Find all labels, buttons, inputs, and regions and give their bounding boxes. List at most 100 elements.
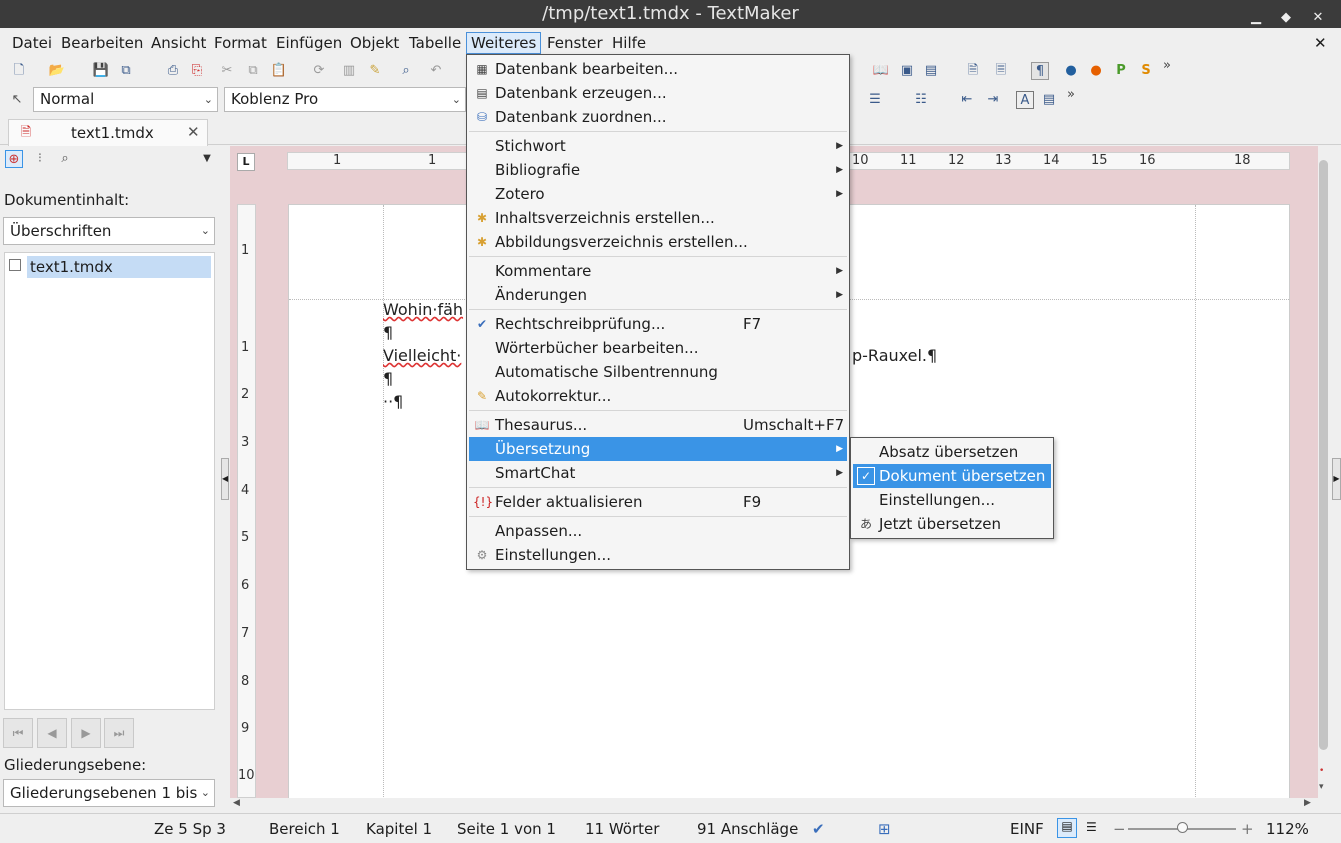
pilcrow-icon[interactable]: ¶	[1031, 62, 1049, 80]
right-panel-handle[interactable]: ▶	[1332, 458, 1341, 500]
menu-item-datenbank-zuordnen[interactable]: ⛁ Datenbank zuordnen...	[469, 105, 847, 129]
scroll-right-icon[interactable]: ▶	[1304, 798, 1311, 808]
menu-fenster[interactable]: Fenster	[543, 32, 607, 54]
objects-icon[interactable]: ⁝	[31, 150, 49, 168]
navigator-icon[interactable]: ⊕	[5, 150, 23, 168]
sidebar-search-icon[interactable]: ⌕	[56, 150, 74, 168]
nav-last-button[interactable]: ⏭	[104, 718, 134, 748]
submenu-item-einstellungen[interactable]: Einstellungen...	[853, 488, 1051, 512]
cut-icon[interactable]: ✂	[218, 62, 236, 80]
maximize-button[interactable]: ◆	[1276, 4, 1296, 31]
submenu-item-jetzt-uebersetzen[interactable]: あ Jetzt übersetzen	[853, 512, 1051, 536]
page-view-icon[interactable]: ▤	[1057, 818, 1077, 838]
new-document-icon[interactable]: 🗋	[10, 62, 28, 80]
pdf-export-icon[interactable]: ⎘	[188, 62, 206, 80]
vertical-ruler[interactable]: 1 1 2 3 4 5 6 7 8 9 10	[237, 204, 256, 798]
doc-line-3b[interactable]: p-Rauxel.¶	[852, 346, 937, 365]
textframe-icon[interactable]: A	[1016, 91, 1034, 109]
save-all-icon[interactable]: ⧉	[117, 62, 135, 80]
tree-item-checkbox[interactable]	[9, 259, 21, 271]
doc-line-3a[interactable]: Vielleicht·	[383, 346, 461, 365]
nav-prev-button[interactable]: ◀	[37, 718, 67, 748]
sync-icon[interactable]: ⟳	[310, 62, 328, 80]
scroll-left-icon[interactable]: ◀	[233, 798, 240, 808]
menu-item-woerterbuecher[interactable]: Wörterbücher bearbeiten...	[469, 336, 847, 360]
menu-tabelle[interactable]: Tabelle	[405, 32, 465, 54]
spellcheck-status-icon[interactable]: ✔	[812, 820, 825, 838]
menu-hilfe[interactable]: Hilfe	[608, 32, 650, 54]
sidebar-menu-icon[interactable]: ▼	[198, 150, 216, 168]
copy-icon[interactable]: ⧉	[244, 62, 262, 80]
style-select[interactable]: Normal ⌄	[33, 87, 218, 112]
vertical-scrollbar[interactable]: • ▾	[1318, 146, 1330, 798]
undo-icon[interactable]: ↶	[427, 62, 445, 80]
sidebar-collapse-handle[interactable]: ◀	[221, 458, 229, 500]
status-mode[interactable]: EINF	[1010, 820, 1044, 838]
toolbar-overflow-icon[interactable]: »	[1158, 57, 1176, 75]
zoom-out-icon[interactable]: −	[1113, 820, 1126, 838]
outline-view-icon[interactable]: ☰	[1086, 820, 1097, 834]
increase-indent-icon[interactable]: ⇥	[984, 91, 1002, 109]
menu-item-silbentrennung[interactable]: Automatische Silbentrennung	[469, 360, 847, 384]
decrease-indent-icon[interactable]: ⇤	[958, 91, 976, 109]
document-tab[interactable]: 🗎 text1.tmdx ✕	[8, 119, 208, 146]
menu-item-datenbank-erzeugen[interactable]: ▤ Datenbank erzeugen...	[469, 81, 847, 105]
minimize-button[interactable]: ▁	[1246, 4, 1266, 31]
scroll-thumb[interactable]	[1319, 160, 1328, 750]
zoom-in-icon[interactable]: +	[1241, 820, 1254, 838]
menu-item-bibliografie[interactable]: Bibliografie ▶	[469, 158, 847, 182]
menu-item-einstellungen[interactable]: ⚙ Einstellungen...	[469, 543, 847, 567]
font-select[interactable]: Koblenz Pro ⌄	[224, 87, 466, 112]
page-setup-icon[interactable]: 🗎	[964, 62, 982, 80]
status-zoom[interactable]: 112%	[1266, 820, 1309, 838]
menu-item-datenbank-bearbeiten[interactable]: ▦ Datenbank bearbeiten...	[469, 57, 847, 81]
cloud-icon[interactable]: ●	[1062, 62, 1080, 80]
find-icon[interactable]: ⌕	[397, 62, 415, 80]
menu-item-inhaltsverzeichnis[interactable]: ✱ Inhaltsverzeichnis erstellen...	[469, 206, 847, 230]
menu-item-thesaurus[interactable]: 📖 Thesaurus... Umschalt+F7	[469, 413, 847, 437]
presentations-icon[interactable]: S	[1137, 62, 1155, 80]
planmaker-icon[interactable]: P	[1112, 62, 1130, 80]
submenu-item-dokument-uebersetzen[interactable]: ✓ Dokument übersetzen	[853, 464, 1051, 488]
close-window-button[interactable]: ✕	[1308, 4, 1328, 31]
level-select[interactable]: Gliederungsebenen 1 bis ⌄	[3, 779, 215, 807]
menu-item-felder-aktualisieren[interactable]: {!} Felder aktualisieren F9	[469, 490, 847, 514]
menu-item-stichwort[interactable]: Stichwort ▶	[469, 134, 847, 158]
menu-item-kommentare[interactable]: Kommentare ▶	[469, 259, 847, 283]
print-icon[interactable]: ⎙	[164, 62, 182, 80]
insert-page-icon[interactable]: 🗏	[992, 62, 1010, 80]
frame-icon[interactable]: ▣	[898, 62, 916, 80]
nav-next-button[interactable]: ▶	[71, 718, 101, 748]
menu-bearbeiten[interactable]: Bearbeiten	[57, 32, 147, 54]
toolbar-overflow-icon[interactable]: »	[1062, 86, 1080, 104]
object-icon[interactable]: ▤	[922, 62, 940, 80]
comment-icon[interactable]: ▤	[1040, 91, 1058, 109]
menu-item-autokorrektur[interactable]: ✎ Autokorrektur...	[469, 384, 847, 408]
tree-item[interactable]: text1.tmdx	[27, 256, 211, 278]
menu-item-anpassen[interactable]: Anpassen...	[469, 519, 847, 543]
numbering-icon[interactable]: ☰	[866, 91, 884, 109]
menu-ansicht[interactable]: Ansicht	[147, 32, 210, 54]
menu-item-aenderungen[interactable]: Änderungen ▶	[469, 283, 847, 307]
book-icon[interactable]: 📖	[872, 62, 890, 80]
menu-item-zotero[interactable]: Zotero ▶	[469, 182, 847, 206]
pointer-icon[interactable]: ↖	[8, 91, 26, 109]
menu-datei[interactable]: Datei	[8, 32, 56, 54]
save-icon[interactable]: 💾	[92, 62, 110, 80]
zoom-slider-handle[interactable]	[1177, 822, 1188, 833]
close-tab-icon[interactable]: ✕	[187, 123, 200, 141]
outline-icon[interactable]: ☷	[912, 91, 930, 109]
open-icon[interactable]: 📂	[48, 62, 66, 80]
doc-line-4[interactable]: ¶	[383, 369, 393, 388]
doc-line-2[interactable]: ¶	[383, 323, 393, 342]
brush-icon[interactable]: ✎	[366, 62, 384, 80]
prev-page-icon[interactable]: •	[1319, 766, 1324, 776]
firefox-icon[interactable]: ●	[1087, 62, 1105, 80]
doc-line-1[interactable]: Wohin·fäh	[383, 300, 463, 319]
doc-line-5[interactable]: ··¶	[383, 392, 403, 411]
language-icon[interactable]: ⊞	[878, 820, 891, 838]
menu-einfuegen[interactable]: Einfügen	[272, 32, 346, 54]
submenu-item-absatz-uebersetzen[interactable]: Absatz übersetzen	[853, 440, 1051, 464]
tab-stop-selector[interactable]: L	[237, 153, 255, 171]
close-document-button[interactable]: ✕	[1310, 32, 1331, 54]
